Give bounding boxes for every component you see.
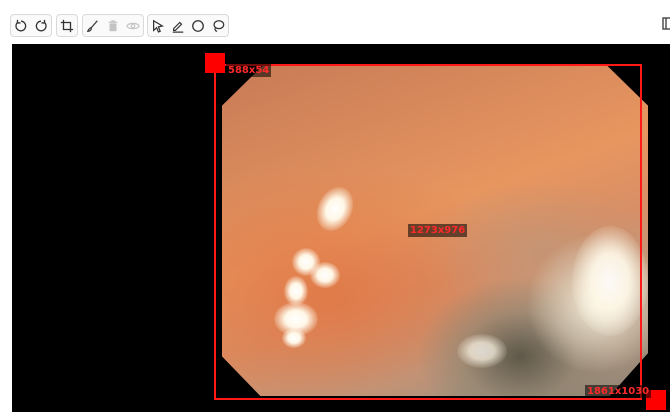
panel-toggle-icon[interactable] bbox=[662, 16, 670, 32]
brush-icon[interactable] bbox=[83, 15, 103, 36]
crop-icon[interactable] bbox=[57, 15, 77, 36]
bbox-handle-top-left[interactable] bbox=[205, 53, 225, 73]
pointer-icon[interactable] bbox=[148, 15, 168, 36]
pen-icon[interactable] bbox=[168, 15, 188, 36]
trash-icon[interactable] bbox=[103, 15, 123, 36]
bbox-bottom-right-label: 1861x1030 bbox=[585, 385, 652, 398]
left-margin bbox=[0, 44, 12, 412]
image-canvas[interactable]: 588x54 1273x976 1861x1030 bbox=[12, 44, 670, 412]
bbox-center-label: 1273x976 bbox=[408, 224, 468, 237]
bbox-top-left-label: 588x54 bbox=[226, 64, 272, 77]
eye-icon[interactable] bbox=[123, 15, 143, 36]
draw-group bbox=[147, 14, 229, 37]
rotate-right-icon[interactable] bbox=[31, 15, 51, 36]
edit-group bbox=[82, 14, 144, 37]
lasso-icon[interactable] bbox=[208, 15, 228, 36]
rotate-group bbox=[10, 14, 52, 37]
toolbar bbox=[0, 0, 670, 44]
rotate-left-icon[interactable] bbox=[11, 15, 31, 36]
circle-icon[interactable] bbox=[188, 15, 208, 36]
crop-group bbox=[56, 14, 78, 37]
